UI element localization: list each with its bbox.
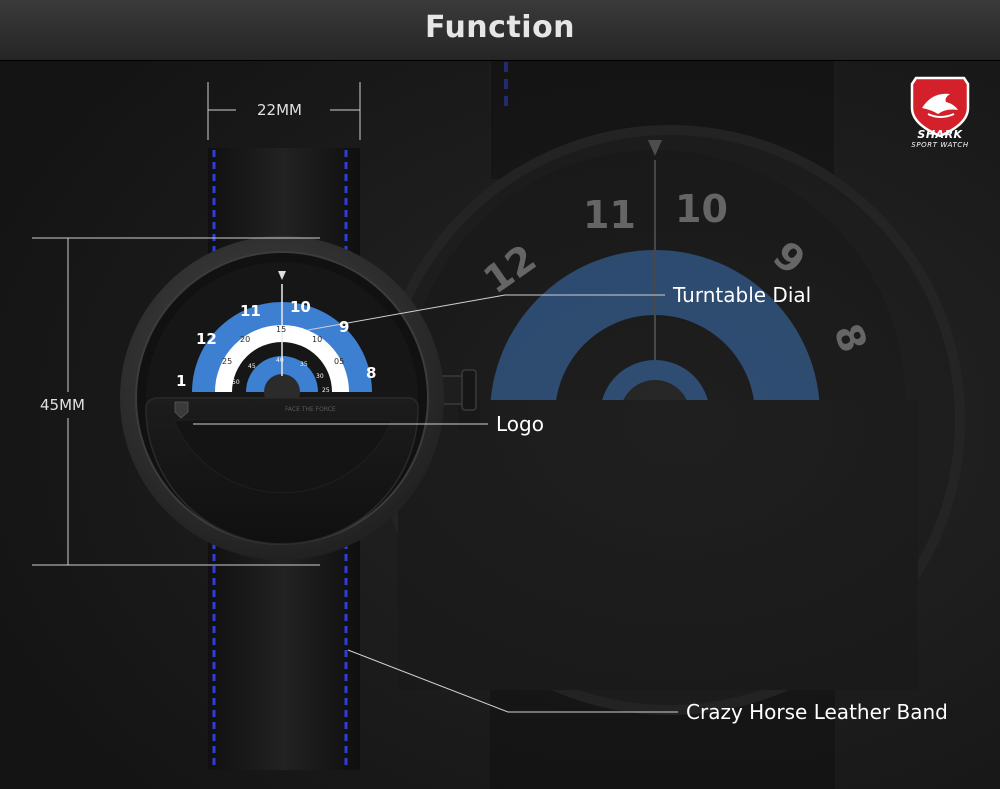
minute-num-25: 25 <box>222 357 232 366</box>
hour-num-11: 11 <box>240 302 261 320</box>
inner-num-30: 30 <box>316 373 324 380</box>
minute-num-15: 15 <box>276 325 286 334</box>
minute-num-10: 10 <box>312 335 322 344</box>
hour-num-12: 12 <box>196 330 217 348</box>
hour-num-10: 10 <box>290 298 311 316</box>
bg-num-10: 10 <box>675 187 728 231</box>
hour-num-1: 1 <box>176 372 186 390</box>
page-title: Function <box>424 10 576 45</box>
turntable-dial-label: Turntable Dial <box>673 283 812 307</box>
minute-num-20: 20 <box>240 335 250 344</box>
crown-cap <box>461 369 477 411</box>
product-function-page: 11 10 12 9 8 1 12 11 10 9 8 25 20 15 10 … <box>0 0 1000 789</box>
header-bar: Function <box>0 0 1000 61</box>
watch-scene: 11 10 12 9 8 1 12 11 10 9 8 25 20 15 10 … <box>0 59 1000 789</box>
hour-num-9: 9 <box>339 318 349 336</box>
hour-num-8: 8 <box>366 364 376 382</box>
brand-name: SHARK <box>917 128 963 141</box>
inner-num-40: 40 <box>276 357 284 364</box>
bg-num-11: 11 <box>583 193 636 237</box>
width-label: 22MM <box>257 101 302 119</box>
leather-band-label: Crazy Horse Leather Band <box>686 700 948 724</box>
inner-num-45: 45 <box>248 363 256 370</box>
dial-logo-text: FACE THE FORCE <box>285 406 336 413</box>
inner-num-35: 35 <box>300 361 308 368</box>
logo-label: Logo <box>496 412 544 436</box>
height-label: 45MM <box>40 396 85 414</box>
inner-num-25: 25 <box>322 387 330 394</box>
bg-lower-dial <box>398 400 918 690</box>
minute-num-05: 05 <box>334 357 344 366</box>
inner-num-50: 50 <box>232 379 240 386</box>
brand-tagline: SPORT WATCH <box>911 141 969 149</box>
